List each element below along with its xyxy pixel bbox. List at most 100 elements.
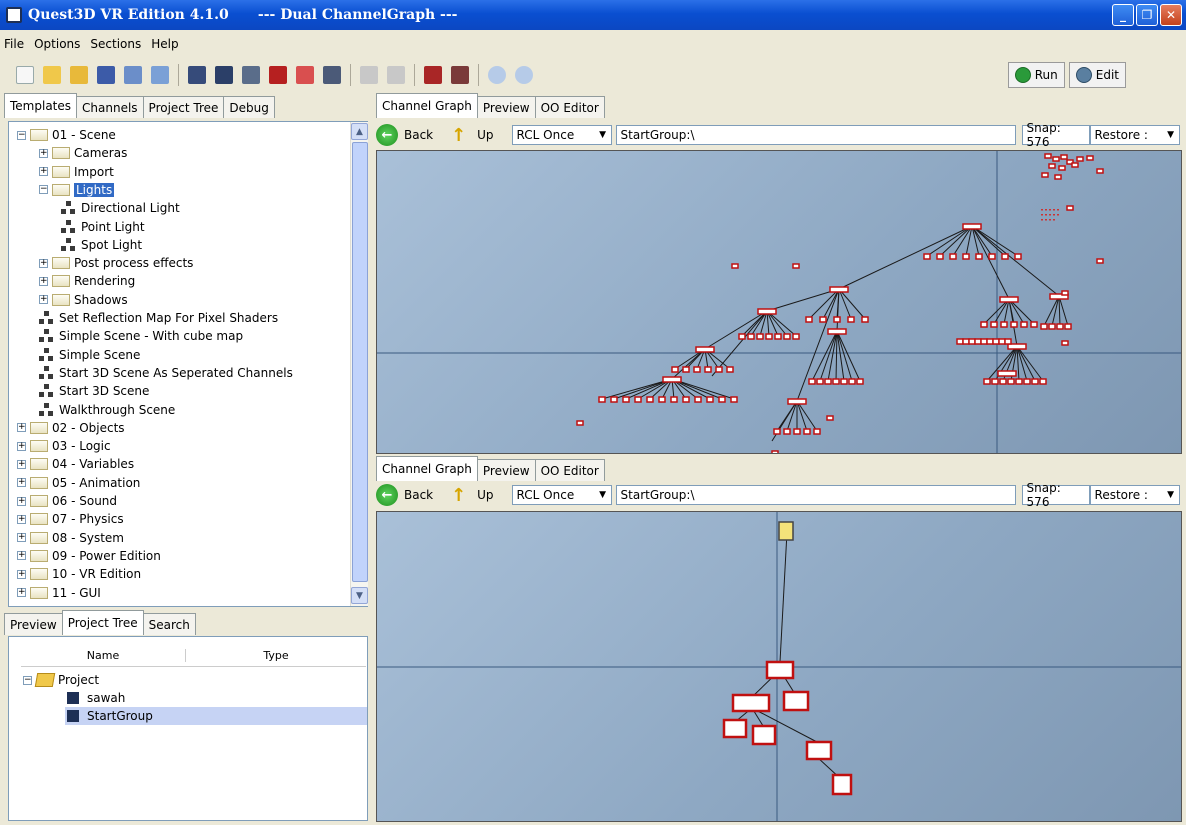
zoom-out-icon[interactable] xyxy=(515,66,533,84)
channel-node[interactable] xyxy=(576,420,584,426)
dropdown-icon[interactable]: ▼ xyxy=(594,486,611,504)
channel-node[interactable] xyxy=(803,428,811,435)
lower-channel-graph-canvas[interactable] xyxy=(376,511,1182,822)
channel-node[interactable] xyxy=(682,366,690,373)
close-button[interactable]: ✕ xyxy=(1160,4,1182,26)
expand-icon[interactable]: + xyxy=(17,514,26,524)
tree-item[interactable]: +02 - Objects xyxy=(17,419,125,437)
mode-select[interactable]: RCL Once ▼ xyxy=(511,125,612,145)
save-as-icon[interactable] xyxy=(151,66,169,84)
tree-item[interactable]: +08 - System xyxy=(17,529,124,547)
path-field[interactable]: StartGroup:\ xyxy=(615,125,1016,145)
tree-item[interactable]: Directional Light xyxy=(61,199,180,217)
channel-node[interactable] xyxy=(831,773,853,796)
up-button-lower[interactable]: Up xyxy=(477,488,493,502)
tree-item[interactable]: Simple Scene - With cube map xyxy=(39,327,243,345)
channel-node[interactable] xyxy=(988,253,996,260)
channel-node[interactable] xyxy=(1039,378,1047,385)
channel-node[interactable] xyxy=(757,308,777,315)
expand-icon[interactable]: + xyxy=(17,423,26,433)
channel-node[interactable] xyxy=(792,333,800,340)
tab-preview-lower[interactable]: Preview xyxy=(476,459,536,481)
tree-item[interactable]: Start 3D Scene As Seperated Channels xyxy=(39,364,293,382)
channel-node[interactable] xyxy=(598,396,606,403)
channel-node[interactable] xyxy=(792,263,800,269)
window-icon[interactable] xyxy=(215,66,233,84)
channel-node[interactable] xyxy=(765,660,795,680)
channel-node[interactable] xyxy=(726,366,734,373)
back-icon[interactable]: ← xyxy=(376,124,398,146)
channel-node[interactable] xyxy=(1054,174,1062,180)
channel-node[interactable] xyxy=(808,378,816,385)
tree-item[interactable]: Spot Light xyxy=(61,236,142,254)
channel-node[interactable] xyxy=(861,316,869,323)
upper-channel-graph-canvas[interactable] xyxy=(376,150,1182,454)
tree-item[interactable]: +11 - GUI xyxy=(17,584,101,602)
channel-node[interactable] xyxy=(962,338,970,345)
open-folder-icon[interactable] xyxy=(70,66,88,84)
channel-node[interactable] xyxy=(787,398,807,405)
expand-icon[interactable]: + xyxy=(39,295,48,305)
expand-icon[interactable]: + xyxy=(39,148,48,158)
expand-icon[interactable]: + xyxy=(39,167,48,177)
channel-node[interactable] xyxy=(671,366,679,373)
channel-node[interactable] xyxy=(682,396,690,403)
tree-item[interactable]: + Import xyxy=(39,163,114,181)
mode-select-lower[interactable]: RCL Once ▼ xyxy=(511,485,612,505)
tab-debug[interactable]: Debug xyxy=(223,96,275,118)
view-icon[interactable] xyxy=(188,66,206,84)
new-file-icon[interactable] xyxy=(16,66,34,84)
channel-node[interactable] xyxy=(805,740,833,761)
channel-node[interactable] xyxy=(848,378,856,385)
channel-node[interactable] xyxy=(992,338,1000,345)
channel-node[interactable] xyxy=(722,718,748,739)
tab-channel-graph-lower[interactable]: Channel Graph xyxy=(376,456,478,481)
collapse-icon[interactable]: − xyxy=(39,185,48,195)
channel-tree-icon[interactable] xyxy=(424,66,442,84)
channel-node[interactable] xyxy=(1020,321,1028,328)
dropdown-icon[interactable]: ▼ xyxy=(1162,486,1179,504)
menu-options[interactable]: Options xyxy=(34,37,80,51)
zoom-in-icon[interactable] xyxy=(488,66,506,84)
channel-node[interactable] xyxy=(771,450,779,454)
channel-node[interactable] xyxy=(662,376,682,383)
tree-item[interactable]: + Cameras xyxy=(39,144,127,162)
channel-node[interactable] xyxy=(1044,153,1052,159)
channel-node[interactable] xyxy=(1015,378,1023,385)
minimize-button[interactable]: _ xyxy=(1112,4,1134,26)
channel-node[interactable] xyxy=(1061,290,1069,296)
save-icon[interactable] xyxy=(97,66,115,84)
channel-node[interactable] xyxy=(747,333,755,340)
expand-icon[interactable]: + xyxy=(17,588,26,597)
tree-item[interactable]: + Shadows xyxy=(39,291,128,309)
up-icon[interactable]: ↑ xyxy=(451,484,471,506)
path-field-lower[interactable]: StartGroup:\ xyxy=(615,485,1016,505)
tree-item[interactable]: − 01 - Scene xyxy=(17,126,116,144)
tab-project-tree-bottom[interactable]: Project Tree xyxy=(61,610,144,635)
channel-node[interactable] xyxy=(793,428,801,435)
channel-node[interactable] xyxy=(1000,321,1008,328)
channel-node[interactable] xyxy=(1064,323,1072,330)
channel-node[interactable] xyxy=(833,316,841,323)
channel-node[interactable] xyxy=(783,428,791,435)
tree-item[interactable]: − Lights xyxy=(39,181,115,199)
channel-node[interactable] xyxy=(832,378,840,385)
channel-node[interactable] xyxy=(936,253,944,260)
tab-oo-editor-lower[interactable]: OO Editor xyxy=(534,459,605,481)
channel-node[interactable] xyxy=(731,263,739,269)
snap-field-lower[interactable]: Snap: 576 xyxy=(1021,481,1090,509)
channel-node[interactable] xyxy=(751,724,777,746)
channel-node[interactable] xyxy=(968,338,976,345)
scroll-down-icon[interactable]: ▼ xyxy=(351,587,368,604)
restore-select-lower[interactable]: Restore : ▼ xyxy=(1089,485,1180,505)
channel-node[interactable] xyxy=(765,333,773,340)
save-all-icon[interactable] xyxy=(124,66,142,84)
expand-icon[interactable]: + xyxy=(17,496,26,506)
tree-item[interactable]: +07 - Physics xyxy=(17,510,124,528)
channel-node[interactable] xyxy=(1004,338,1012,345)
channel-node[interactable] xyxy=(1007,378,1015,385)
collapse-icon[interactable]: − xyxy=(23,675,32,685)
tab-channel-graph[interactable]: Channel Graph xyxy=(376,93,478,118)
back-icon[interactable]: ← xyxy=(376,484,398,506)
channel-node[interactable] xyxy=(695,346,715,353)
